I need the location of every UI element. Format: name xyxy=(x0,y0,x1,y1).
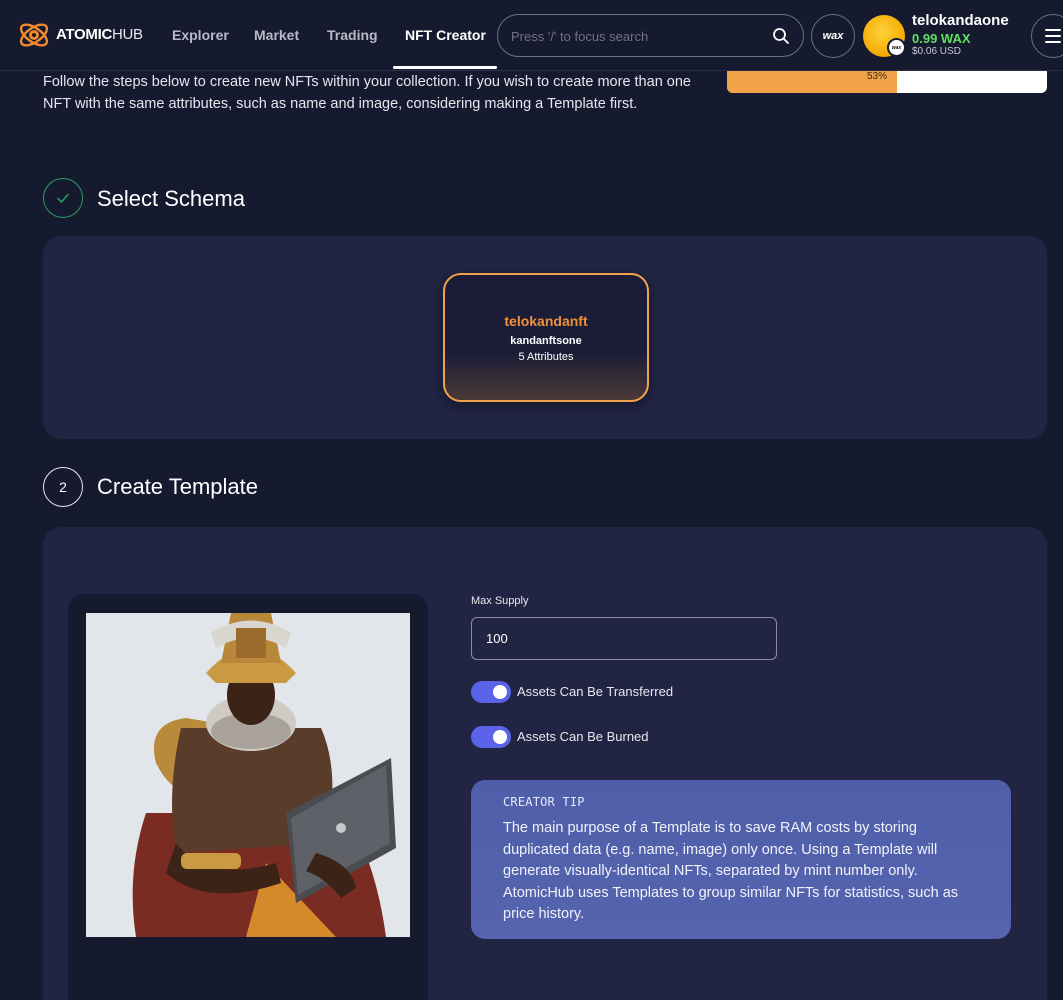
creator-tip-body: The main purpose of a Template is to sav… xyxy=(503,820,959,922)
max-supply-label: Max Supply xyxy=(471,595,529,607)
max-supply-input[interactable] xyxy=(471,617,777,660)
top-navbar: ATOMICHUB Explorer Market Trading NFT Cr… xyxy=(0,0,1063,71)
user-wax-balance: 0.99 WAX xyxy=(912,31,971,46)
search-icon[interactable] xyxy=(771,26,791,46)
schema-collection-name: telokandanft xyxy=(504,313,588,329)
active-tab-indicator xyxy=(393,66,497,69)
search-bar[interactable] xyxy=(497,14,804,57)
nav-link-market[interactable]: Market xyxy=(254,27,299,43)
nav-link-trading[interactable]: Trading xyxy=(327,27,378,43)
step-complete-check-icon xyxy=(43,178,83,218)
nft-artwork-illustration xyxy=(86,613,410,937)
transferable-toggle[interactable] xyxy=(471,681,511,703)
burnable-toggle-label: Assets Can Be Burned xyxy=(517,729,649,744)
checkmark-icon xyxy=(57,193,69,203)
nav-link-nft-creator[interactable]: NFT Creator xyxy=(405,27,486,43)
atom-logo-icon xyxy=(19,23,49,47)
wax-network-button[interactable]: wax xyxy=(811,14,855,58)
intro-text: Follow the steps below to create new NFT… xyxy=(43,74,691,112)
schema-card[interactable]: telokandanft kandanftsone 5 Attributes xyxy=(443,273,649,402)
nav-link-explorer[interactable]: Explorer xyxy=(172,27,229,43)
step-title-select-schema: Select Schema xyxy=(97,186,245,211)
atomichub-logo[interactable]: ATOMICHUB xyxy=(16,14,143,54)
hamburger-menu-icon[interactable] xyxy=(1031,14,1063,58)
user-name[interactable]: telokandaone xyxy=(912,12,1009,29)
schema-attribute-count: 5 Attributes xyxy=(518,351,574,363)
logo-text: ATOMICHUB xyxy=(56,26,143,43)
step-number-badge: 2 xyxy=(43,467,83,507)
toggle-knob xyxy=(493,685,507,699)
avatar-badge-text: wax xyxy=(891,44,902,51)
burnable-toggle[interactable] xyxy=(471,726,511,748)
wax-logo-icon: wax xyxy=(822,30,844,42)
creator-tip-title: CREATOR TIP xyxy=(503,795,585,809)
logo-text-bold: ATOMIC xyxy=(56,25,112,43)
creator-tip-box: CREATOR TIP The main purpose of a Templa… xyxy=(471,780,1011,939)
search-input[interactable] xyxy=(511,27,761,46)
progress-label: 53% xyxy=(866,71,887,82)
nft-preview-image xyxy=(86,613,410,937)
schema-name: kandanftsone xyxy=(510,335,582,347)
logo-text-light: HUB xyxy=(111,25,143,43)
user-usd-balance: $0.06 USD xyxy=(912,46,961,57)
wax-badge-icon: wax xyxy=(887,38,906,57)
transferable-toggle-label: Assets Can Be Transferred xyxy=(517,684,674,699)
toggle-knob xyxy=(493,730,507,744)
step-title-create-template: Create Template xyxy=(97,474,259,499)
